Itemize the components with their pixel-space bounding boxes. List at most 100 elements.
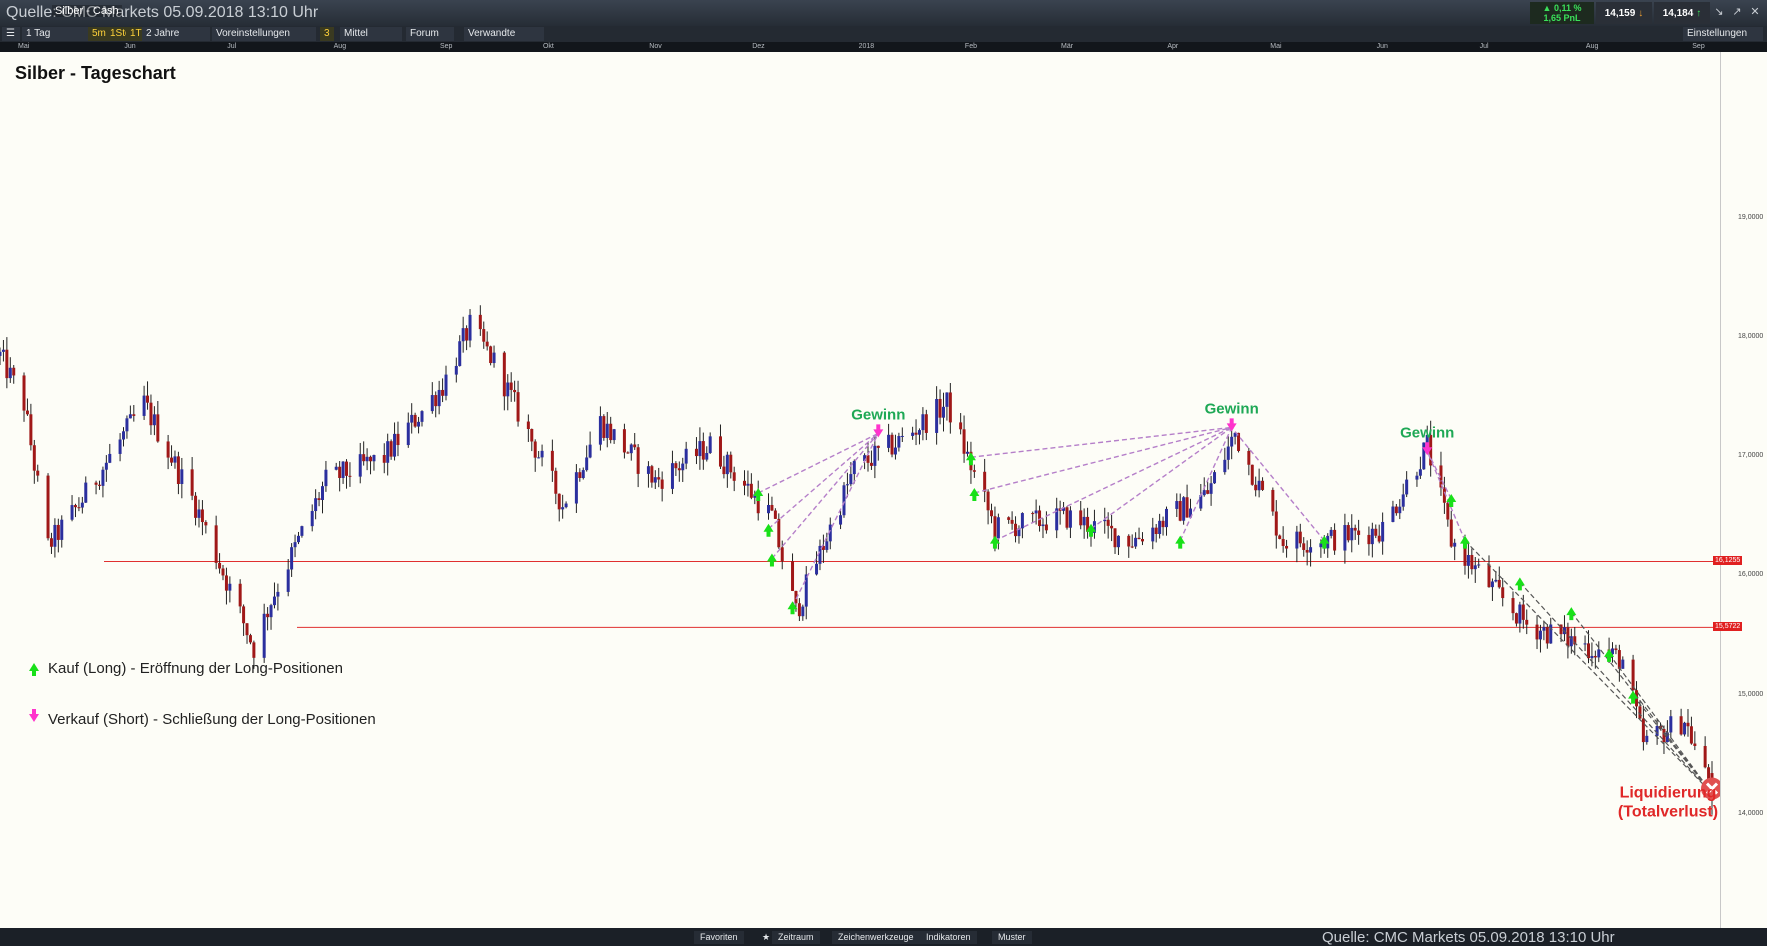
candle-body xyxy=(1007,517,1011,520)
candle-body xyxy=(1350,527,1354,541)
candle-body xyxy=(1044,524,1048,531)
time-axis-label: Jul xyxy=(1479,43,1489,50)
candle-body xyxy=(1381,521,1385,542)
favorites-tab[interactable]: Favoriten xyxy=(694,931,744,944)
candle-body xyxy=(382,455,386,463)
close-icon[interactable]: ✕ xyxy=(1748,5,1762,19)
candle-body xyxy=(1175,501,1179,509)
interval-select[interactable]: 1 Tag xyxy=(22,27,90,41)
candle-body xyxy=(866,455,870,463)
presets-select[interactable]: Voreinstellungen xyxy=(212,27,316,41)
price-axis[interactable]: 19,0000 18,0000 17,0000 16,0000 15,0000 14,00… xyxy=(1713,52,1767,928)
settings-button[interactable]: Einstellungen xyxy=(1683,27,1763,41)
candle-body xyxy=(948,392,952,423)
indicators-tab[interactable]: Indikatoren xyxy=(920,931,977,944)
candle-body xyxy=(1367,534,1371,545)
sell-price: 14,159 xyxy=(1604,7,1636,19)
candle-body xyxy=(1223,459,1227,473)
candle-body xyxy=(365,456,369,462)
candle-body xyxy=(108,453,112,463)
candle-body xyxy=(36,470,40,476)
candle-body xyxy=(725,454,729,475)
candle-body xyxy=(1206,490,1210,494)
candle-body xyxy=(537,457,541,459)
chart-title: Silber - Tageschart xyxy=(15,63,176,83)
candle-body xyxy=(1518,604,1522,624)
candle-body xyxy=(1110,525,1114,529)
candle-body xyxy=(1,349,5,352)
candle-body xyxy=(128,414,132,419)
candle-body xyxy=(266,613,270,618)
candle-body xyxy=(321,486,325,501)
candle-body xyxy=(104,462,108,470)
candle-body xyxy=(1597,649,1601,658)
popout-icon[interactable]: ↗ xyxy=(1730,5,1744,19)
candle-body xyxy=(1353,527,1357,531)
candle-body xyxy=(310,511,314,527)
candle-body xyxy=(705,452,709,460)
candle-body xyxy=(348,475,352,477)
candle-body xyxy=(132,414,136,416)
candle-body xyxy=(149,402,153,426)
candle-body xyxy=(1621,659,1625,669)
candle-body xyxy=(869,462,873,466)
legend-label: Verkauf (Short) - Schließung der Long-Po… xyxy=(48,711,376,728)
chart-plot-area[interactable]: Gewinn Gewinn Gewinn Liquidierung (Totalverl… xyxy=(0,52,1720,928)
candle-body xyxy=(646,466,650,474)
candle-body xyxy=(1542,626,1546,631)
candle-body xyxy=(849,474,853,485)
link-icon[interactable]: ↘ xyxy=(1712,5,1726,19)
menu-icon[interactable]: ☰ xyxy=(2,27,20,41)
candle-body xyxy=(1140,539,1144,542)
candle-body xyxy=(324,469,328,487)
candle-body xyxy=(60,519,64,540)
candle-body xyxy=(1641,718,1645,743)
candle-body xyxy=(1453,542,1457,547)
timeframe-tab[interactable]: Zeitraum xyxy=(772,931,820,944)
candle-body xyxy=(12,367,16,376)
candle-body xyxy=(406,422,410,446)
candle-body xyxy=(465,328,469,341)
arrow-down-icon: ↓ xyxy=(1638,7,1644,19)
candle-body xyxy=(1137,537,1141,540)
candle-body xyxy=(1617,650,1621,669)
candle-body xyxy=(1158,520,1162,534)
candle-body xyxy=(876,445,880,448)
candle-body xyxy=(626,452,630,454)
candle-body xyxy=(94,482,98,485)
buy-price-button[interactable]: 14,184 ↑ xyxy=(1654,2,1710,24)
candle-body xyxy=(900,435,904,437)
candle-body xyxy=(444,374,448,396)
candle-body xyxy=(1545,626,1549,644)
candle-body xyxy=(170,457,174,463)
candle-body xyxy=(1281,538,1285,546)
candle-body xyxy=(97,484,101,486)
candle-body xyxy=(1305,549,1309,553)
candle-body xyxy=(468,314,472,341)
candle-body xyxy=(1185,497,1189,518)
instrument-name[interactable]: Silber - Cash xyxy=(52,5,122,17)
candle-body xyxy=(935,398,939,433)
candle-body xyxy=(1679,716,1683,735)
related-select[interactable]: Verwandte xyxy=(464,27,544,41)
patterns-tab[interactable]: Muster xyxy=(992,931,1032,944)
candle-body xyxy=(533,441,537,458)
candle-body xyxy=(1257,480,1261,491)
candle-body xyxy=(1103,519,1107,522)
range-select[interactable]: 2 Jahre xyxy=(142,27,210,41)
candle-body xyxy=(729,454,733,473)
candle-body xyxy=(224,575,228,591)
sell-price-button[interactable]: 14,159 ↓ xyxy=(1596,2,1652,24)
candle-body xyxy=(804,574,808,607)
candle-body xyxy=(77,507,81,509)
average-select[interactable]: Mittel xyxy=(340,27,402,41)
legend-long-arrow-icon xyxy=(29,663,39,676)
candle-body xyxy=(22,375,26,411)
candle-body xyxy=(1154,527,1158,534)
candle-body xyxy=(681,463,685,471)
candle-body xyxy=(492,352,496,364)
candle-body xyxy=(434,395,438,407)
drawing-tools-tab[interactable]: Zeichenwerkzeuge xyxy=(832,931,920,944)
forum-button[interactable]: Forum xyxy=(406,27,454,41)
candle-body xyxy=(176,456,180,485)
